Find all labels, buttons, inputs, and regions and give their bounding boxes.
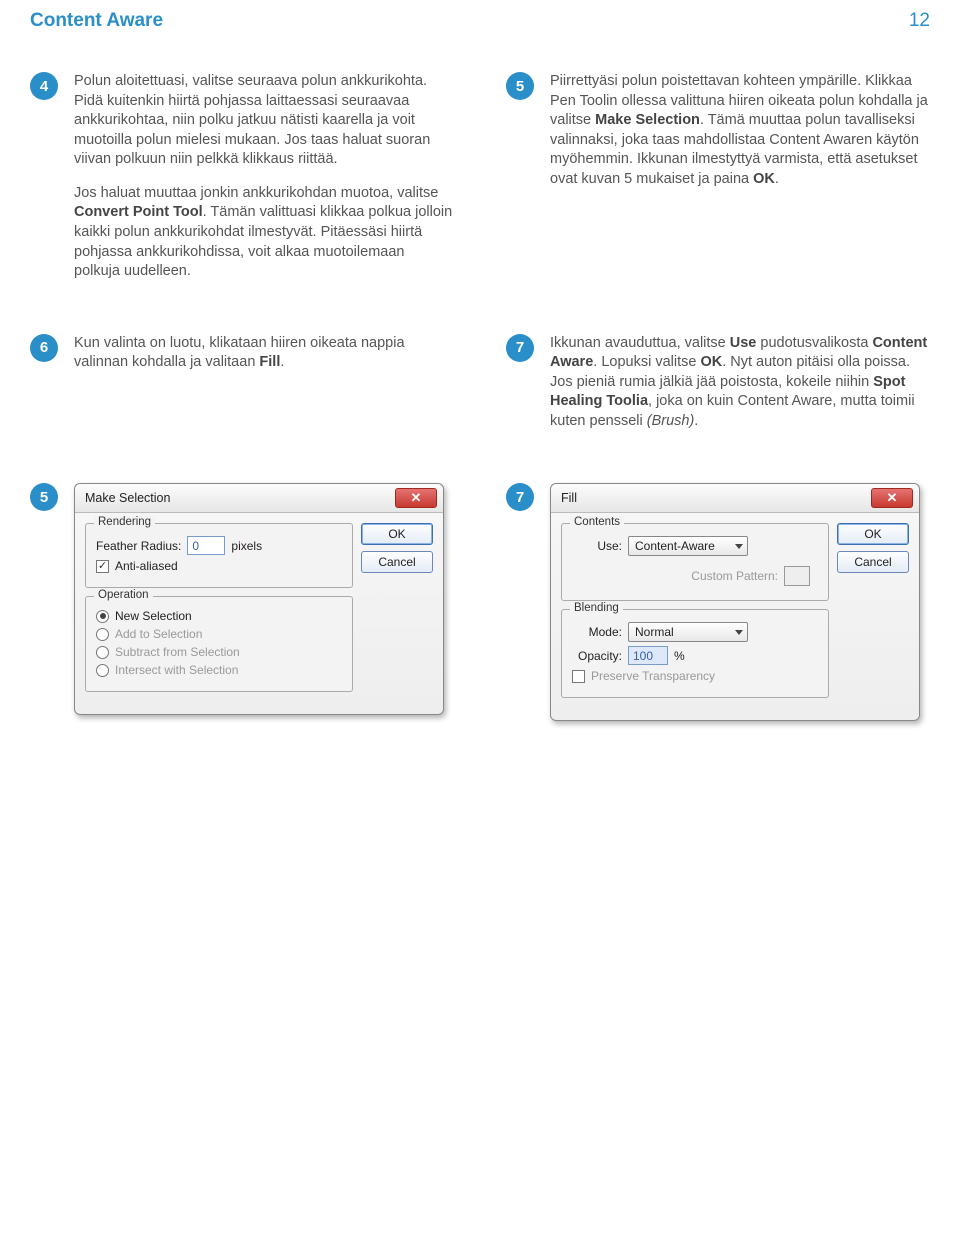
close-icon[interactable]: ✕	[871, 488, 913, 508]
fill-dialog: Fill ✕ Contents Use: Content-Aware	[550, 483, 920, 721]
step-4-badge: 4	[30, 72, 58, 100]
op-new-row[interactable]: New Selection	[96, 609, 342, 623]
make-selection-title: Make Selection	[85, 491, 170, 505]
steps-row-2: 6 Kun valinta on luotu, klikataan hiiren…	[30, 334, 930, 446]
mode-label: Mode:	[572, 625, 622, 639]
fill-buttons: OK Cancel	[837, 523, 909, 706]
blending-label: Blending	[570, 602, 623, 614]
use-row: Use: Content-Aware	[572, 536, 818, 556]
op-int-row[interactable]: Intersect with Selection	[96, 663, 342, 677]
opacity-label: Opacity:	[572, 649, 622, 663]
step-7-body: Ikkunan avauduttua, valitse Use pudotusv…	[550, 334, 930, 446]
use-dropdown[interactable]: Content-Aware	[628, 536, 748, 556]
step-5-body: Piirrettyäsi polun poistettavan kohteen …	[550, 72, 930, 203]
step-4-body: Polun aloitettuasi, valitse seuraava pol…	[74, 72, 454, 296]
step-6: 6 Kun valinta on luotu, klikataan hiiren…	[30, 334, 454, 446]
screenshot-7: 7 Fill ✕ Contents Use: Content-Aware	[506, 483, 930, 721]
op-int-label: Intersect with Selection	[115, 663, 238, 677]
op-new-radio[interactable]	[96, 610, 109, 623]
page-header: Content Aware 12	[30, 10, 930, 32]
op-int-radio[interactable]	[96, 664, 109, 677]
step-4-p2: Jos haluat muuttaa jonkin ankkurikohdan …	[74, 184, 454, 282]
make-selection-buttons: OK Cancel	[361, 523, 433, 700]
screenshots-row: 5 Make Selection ✕ Rendering Feather Rad…	[30, 483, 930, 721]
make-selection-body: Rendering Feather Radius: pixels Anti-al…	[75, 513, 443, 714]
use-label: Use:	[572, 539, 622, 553]
step-5-p1: Piirrettyäsi polun poistettavan kohteen …	[550, 72, 930, 189]
rendering-group: Rendering Feather Radius: pixels Anti-al…	[85, 523, 353, 588]
fill-body: Contents Use: Content-Aware Custom Patte…	[551, 513, 919, 720]
step-6-p1: Kun valinta on luotu, klikataan hiiren o…	[74, 334, 454, 373]
feather-row: Feather Radius: pixels	[96, 536, 342, 555]
op-sub-row[interactable]: Subtract from Selection	[96, 645, 342, 659]
step-4-p1: Polun aloitettuasi, valitse seuraava pol…	[74, 72, 454, 170]
step-7-p1: Ikkunan avauduttua, valitse Use pudotusv…	[550, 334, 930, 432]
make-selection-dialog: Make Selection ✕ Rendering Feather Radiu…	[74, 483, 444, 715]
antialias-label: Anti-aliased	[115, 559, 178, 573]
close-icon[interactable]: ✕	[395, 488, 437, 508]
percent-label: %	[674, 649, 685, 663]
make-selection-titlebar: Make Selection ✕	[75, 484, 443, 513]
opacity-row: Opacity: %	[572, 646, 818, 665]
page-number: 12	[909, 10, 930, 32]
preserve-row[interactable]: Preserve Transparency	[572, 669, 818, 683]
use-value: Content-Aware	[635, 539, 715, 553]
step-5: 5 Piirrettyäsi polun poistettavan kohtee…	[506, 72, 930, 296]
opacity-input[interactable]	[628, 646, 668, 665]
screenshot-5: 5 Make Selection ✕ Rendering Feather Rad…	[30, 483, 454, 721]
op-new-label: New Selection	[115, 609, 192, 623]
op-add-radio[interactable]	[96, 628, 109, 641]
step-7: 7 Ikkunan avauduttua, valitse Use pudotu…	[506, 334, 930, 446]
pixels-label: pixels	[231, 539, 262, 553]
op-add-label: Add to Selection	[115, 627, 202, 641]
fill-title: Fill	[561, 491, 577, 505]
ok-button[interactable]: OK	[837, 523, 909, 545]
blending-group: Blending Mode: Normal Opacity: %	[561, 609, 829, 698]
step-6-badge: 6	[30, 334, 58, 362]
op-add-row[interactable]: Add to Selection	[96, 627, 342, 641]
fill-titlebar: Fill ✕	[551, 484, 919, 513]
contents-group: Contents Use: Content-Aware Custom Patte…	[561, 523, 829, 601]
rendering-label: Rendering	[94, 516, 155, 528]
step-7-badge: 7	[506, 334, 534, 362]
chevron-down-icon	[735, 544, 743, 549]
feather-label: Feather Radius:	[96, 539, 181, 553]
antialias-checkbox[interactable]	[96, 560, 109, 573]
mode-value: Normal	[635, 625, 674, 639]
operation-label: Operation	[94, 589, 153, 601]
cancel-button[interactable]: Cancel	[361, 551, 433, 573]
screenshot-7-badge: 7	[506, 483, 534, 511]
step-5-badge: 5	[506, 72, 534, 100]
feather-input[interactable]	[187, 536, 225, 555]
step-4: 4 Polun aloitettuasi, valitse seuraava p…	[30, 72, 454, 296]
steps-row-1: 4 Polun aloitettuasi, valitse seuraava p…	[30, 72, 930, 296]
pattern-row: Custom Pattern:	[572, 566, 818, 586]
contents-label: Contents	[570, 516, 624, 528]
ok-button[interactable]: OK	[361, 523, 433, 545]
op-sub-radio[interactable]	[96, 646, 109, 659]
cancel-button[interactable]: Cancel	[837, 551, 909, 573]
op-sub-label: Subtract from Selection	[115, 645, 240, 659]
step-6-body: Kun valinta on luotu, klikataan hiiren o…	[74, 334, 454, 387]
pattern-label: Custom Pattern:	[572, 569, 778, 583]
operation-group: Operation New Selection Add to Selection…	[85, 596, 353, 692]
antialias-row[interactable]: Anti-aliased	[96, 559, 342, 573]
preserve-checkbox[interactable]	[572, 670, 585, 683]
header-title: Content Aware	[30, 10, 163, 32]
pattern-swatch[interactable]	[784, 566, 810, 586]
preserve-label: Preserve Transparency	[591, 669, 715, 683]
chevron-down-icon	[735, 630, 743, 635]
mode-dropdown[interactable]: Normal	[628, 622, 748, 642]
mode-row: Mode: Normal	[572, 622, 818, 642]
screenshot-5-badge: 5	[30, 483, 58, 511]
